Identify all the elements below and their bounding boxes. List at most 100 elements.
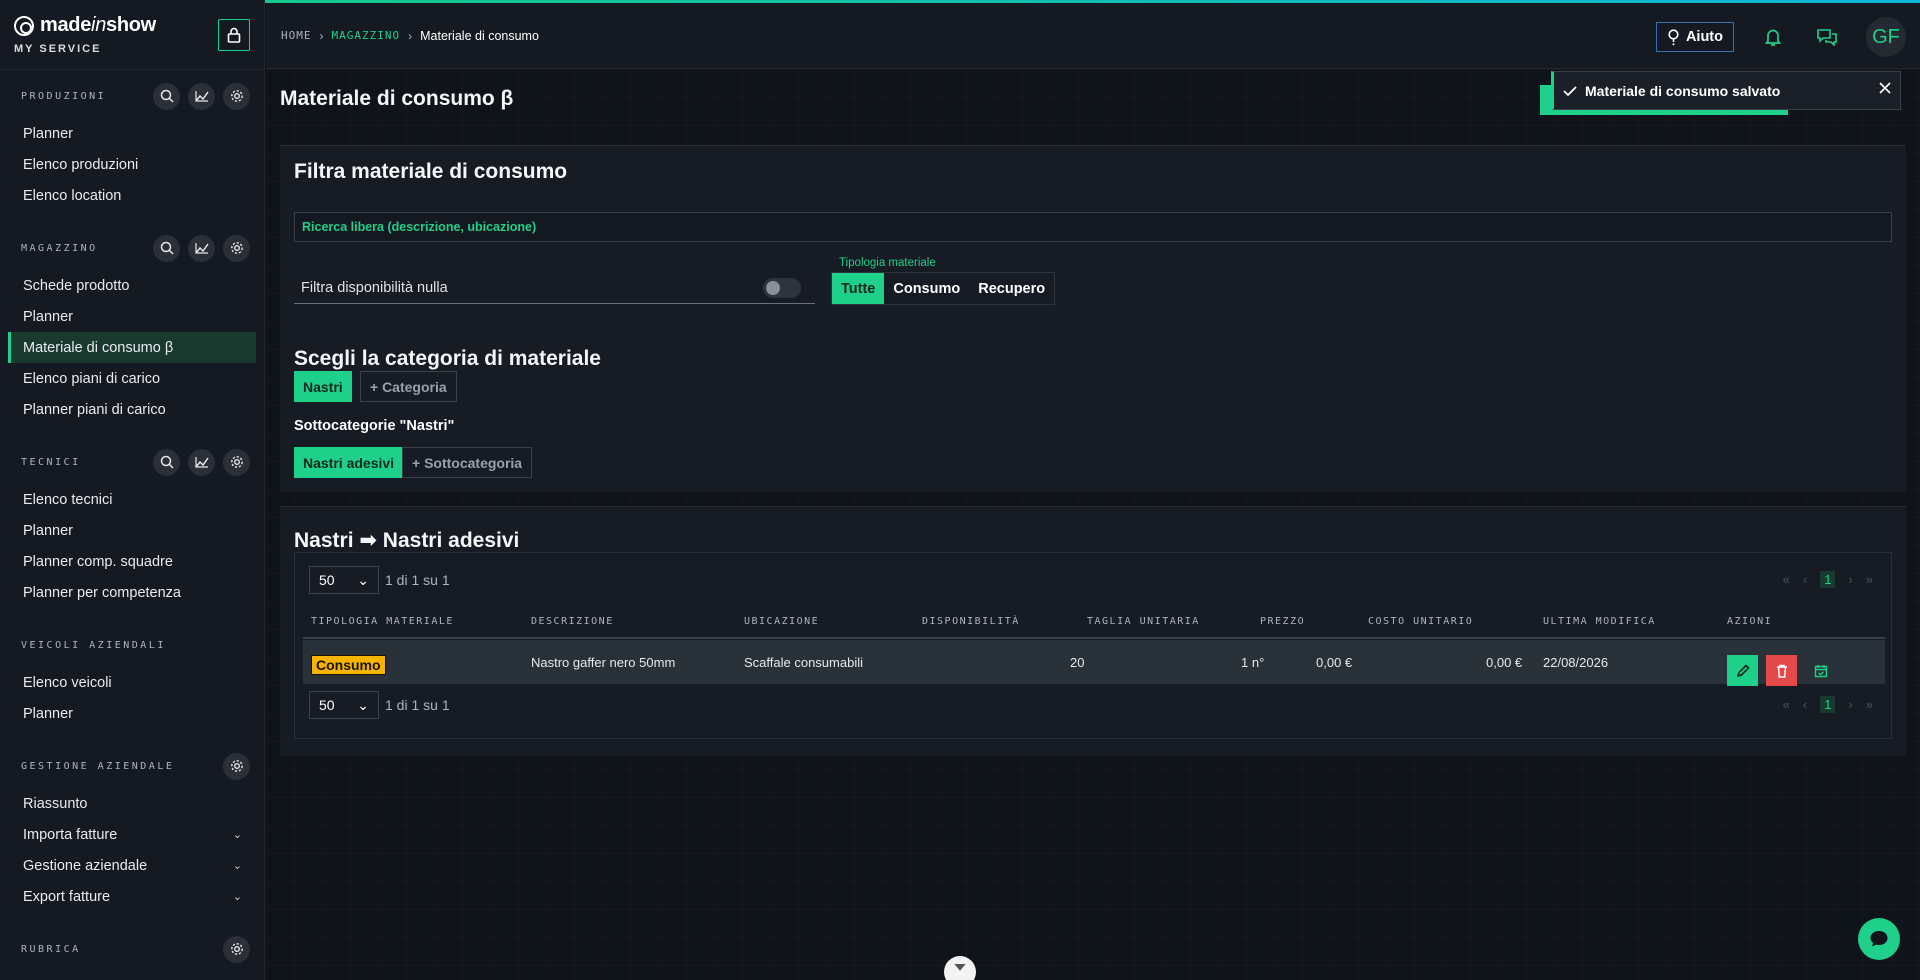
type-option-tutte[interactable]: Tutte bbox=[832, 273, 885, 304]
search-icon[interactable] bbox=[153, 234, 180, 262]
first-page-icon[interactable]: « bbox=[1783, 572, 1790, 587]
result-count: 1 di 1 su 1 bbox=[385, 572, 450, 588]
first-page-icon[interactable]: « bbox=[1783, 697, 1790, 712]
page-size-select[interactable]: 50 ⌄ bbox=[309, 566, 379, 594]
chevron-down-icon: ⌄ bbox=[232, 891, 242, 903]
null-availability-filter[interactable]: Filtra disponibilità nulla bbox=[294, 272, 815, 304]
nav-section-veicoli: VEICOLI AZIENDALI Elenco veicoli Planner bbox=[0, 625, 264, 729]
column-header[interactable]: PREZZO bbox=[1260, 616, 1305, 627]
chevron-down-icon: ⌄ bbox=[357, 696, 369, 713]
cell-taglia: 1 n° bbox=[1241, 655, 1265, 670]
close-icon[interactable] bbox=[1878, 81, 1892, 98]
avatar[interactable]: GF bbox=[1866, 17, 1906, 57]
next-page-icon[interactable]: › bbox=[1848, 697, 1852, 712]
category-chip-nastri[interactable]: Nastri bbox=[294, 371, 352, 402]
results-table: 50 ⌄ 1 di 1 su 1 « ‹ 1 › » TIPOLOGIA MATE… bbox=[294, 552, 1892, 739]
sidebar-item-elenco-piani-di-carico[interactable]: Elenco piani di carico bbox=[8, 363, 256, 394]
material-type-label: Tipologia materiale bbox=[839, 257, 936, 269]
add-subcategory-button[interactable]: + Sottocategoria bbox=[402, 447, 533, 478]
logo-icon bbox=[14, 15, 34, 36]
chart-icon[interactable] bbox=[188, 448, 215, 476]
last-page-icon[interactable]: » bbox=[1866, 572, 1873, 587]
table-header: TIPOLOGIA MATERIALE DESCRIZIONE UBICAZIO… bbox=[303, 605, 1885, 639]
nav-section-magazzino: MAGAZZINO Schede prodotto Planner Materi… bbox=[0, 228, 264, 425]
main-content: Materiale di consumo β Filtra materiale … bbox=[266, 69, 1920, 980]
null-availability-toggle[interactable] bbox=[763, 277, 801, 298]
next-page-icon[interactable]: › bbox=[1848, 572, 1852, 587]
type-option-consumo[interactable]: Consumo bbox=[884, 273, 969, 304]
sidebar-item-elenco-tecnici[interactable]: Elenco tecnici bbox=[8, 484, 256, 515]
sidebar-item-planner[interactable]: Planner bbox=[8, 698, 256, 729]
edit-button[interactable] bbox=[1727, 655, 1758, 686]
page-navigation-top: « ‹ 1 › » bbox=[1783, 571, 1873, 588]
help-button[interactable]: Aiuto bbox=[1655, 22, 1734, 52]
calendar-button[interactable] bbox=[1805, 655, 1836, 686]
type-option-recupero[interactable]: Recupero bbox=[969, 273, 1054, 304]
sidebar-item-riassunto[interactable]: Riassunto bbox=[8, 788, 256, 819]
chart-icon[interactable] bbox=[188, 82, 215, 110]
null-availability-label: Filtra disponibilità nulla bbox=[301, 279, 448, 296]
sidebar-item-materiale-di-consumo[interactable]: Materiale di consumo β bbox=[8, 332, 256, 363]
search-icon[interactable] bbox=[153, 448, 180, 476]
page-size-value: 50 bbox=[319, 697, 335, 713]
sidebar-item-planner[interactable]: Planner bbox=[8, 118, 256, 149]
brand-subtitle: MY SERVICE bbox=[14, 43, 102, 55]
sidebar-item-elenco-veicoli[interactable]: Elenco veicoli bbox=[8, 667, 256, 698]
page-size-select[interactable]: 50 ⌄ bbox=[309, 691, 379, 719]
table-row[interactable]: Consumo Nastro gaffer nero 50mm Scaffale… bbox=[303, 640, 1885, 686]
sidebar-item-schede-prodotto[interactable]: Schede prodotto bbox=[8, 270, 256, 301]
sidebar-item-export-fatture[interactable]: Export fatture ⌄ bbox=[8, 881, 256, 912]
sidebar-item-planner-piani-di-carico[interactable]: Planner piani di carico bbox=[8, 394, 256, 425]
notifications-button[interactable] bbox=[1758, 22, 1788, 52]
page-number[interactable]: 1 bbox=[1820, 571, 1836, 588]
cell-descrizione: Nastro gaffer nero 50mm bbox=[531, 655, 676, 670]
page-number[interactable]: 1 bbox=[1820, 696, 1836, 713]
lock-button[interactable] bbox=[218, 19, 250, 51]
last-page-icon[interactable]: » bbox=[1866, 697, 1873, 712]
prev-page-icon[interactable]: ‹ bbox=[1803, 697, 1807, 712]
column-header[interactable]: DESCRIZIONE bbox=[531, 616, 614, 627]
chevron-right-icon: › bbox=[319, 28, 324, 43]
gear-icon[interactable] bbox=[223, 448, 250, 476]
material-type-selector: Tutte Consumo Recupero bbox=[831, 272, 1056, 305]
subcategory-chip-nastri-adesivi[interactable]: Nastri adesivi bbox=[294, 447, 404, 478]
sidebar-item-elenco-location[interactable]: Elenco location bbox=[8, 180, 256, 211]
add-category-button[interactable]: + Categoria bbox=[360, 371, 457, 402]
brand-logo[interactable]: madeinshow bbox=[14, 14, 250, 37]
search-icon[interactable] bbox=[153, 82, 180, 110]
chart-icon[interactable] bbox=[188, 234, 215, 262]
column-header[interactable]: TAGLIA UNITARIA bbox=[1087, 616, 1200, 627]
chevron-down-icon: ⌄ bbox=[232, 829, 242, 841]
column-header[interactable]: TIPOLOGIA MATERIALE bbox=[311, 616, 454, 627]
column-header[interactable]: ULTIMA MODIFICA bbox=[1543, 616, 1656, 627]
gear-icon[interactable] bbox=[223, 234, 250, 262]
brand-name: madeinshow bbox=[40, 14, 156, 36]
sidebar-item-planner-comp-squadre[interactable]: Planner comp. squadre bbox=[8, 546, 256, 577]
gear-icon[interactable] bbox=[223, 752, 250, 780]
chat-support-button[interactable] bbox=[1858, 918, 1900, 960]
scroll-down-button[interactable] bbox=[944, 956, 976, 980]
result-count: 1 di 1 su 1 bbox=[385, 697, 450, 713]
column-header[interactable]: DISPONIBILITÀ bbox=[922, 616, 1020, 627]
sidebar-item-planner[interactable]: Planner bbox=[8, 301, 256, 332]
gear-icon[interactable] bbox=[223, 82, 250, 110]
column-header[interactable]: COSTO UNITARIO bbox=[1368, 616, 1473, 627]
gear-icon[interactable] bbox=[223, 935, 250, 963]
sidebar-item-elenco-produzioni[interactable]: Elenco produzioni bbox=[8, 149, 256, 180]
nav-section-title: PRODUZIONI bbox=[21, 90, 107, 102]
sidebar-item-planner[interactable]: Planner bbox=[8, 515, 256, 546]
breadcrumb: HOME › MAGAZZINO › Materiale di consumo bbox=[281, 29, 539, 43]
sidebar-item-importa-fatture[interactable]: Importa fatture ⌄ bbox=[8, 819, 256, 850]
search-input[interactable]: Ricerca libera (descrizione, ubicazione) bbox=[294, 212, 1892, 242]
delete-button[interactable] bbox=[1766, 655, 1797, 686]
sidebar-item-gestione-aziendale[interactable]: Gestione aziendale ⌄ bbox=[8, 850, 256, 881]
messages-button[interactable] bbox=[1812, 22, 1842, 52]
breadcrumb-magazzino[interactable]: MAGAZZINO bbox=[332, 29, 401, 42]
breadcrumb-home[interactable]: HOME bbox=[281, 29, 312, 42]
sidebar-item-planner-per-competenza[interactable]: Planner per competenza bbox=[8, 577, 256, 608]
column-header[interactable]: UBICAZIONE bbox=[744, 616, 819, 627]
trash-icon bbox=[1776, 664, 1787, 678]
toast-message: Materiale di consumo salvato bbox=[1585, 82, 1781, 99]
sidebar: madeinshow MY SERVICE PRODUZIONI Planner… bbox=[0, 0, 265, 980]
prev-page-icon[interactable]: ‹ bbox=[1803, 572, 1807, 587]
